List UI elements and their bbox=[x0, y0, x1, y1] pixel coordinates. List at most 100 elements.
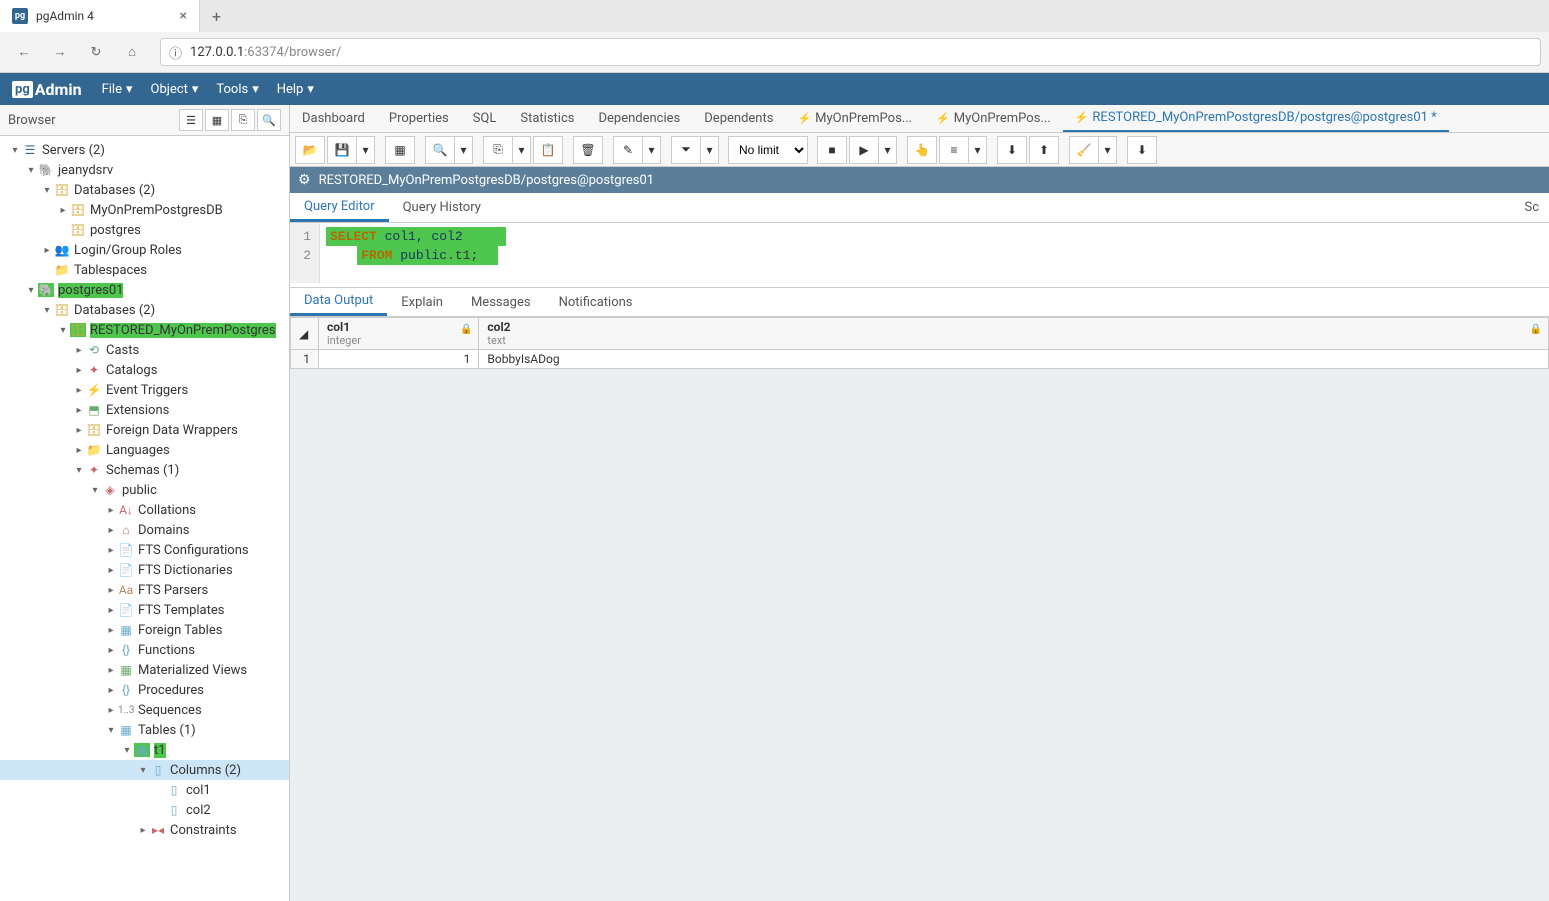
stop-button[interactable]: ■ bbox=[817, 136, 847, 164]
clear-button[interactable]: 🧹 bbox=[1069, 136, 1099, 164]
tree-constraints[interactable]: ▸▸◂Constraints bbox=[0, 820, 289, 840]
tree-functions[interactable]: ▸{}Functions bbox=[0, 640, 289, 660]
tree-mviews[interactable]: ▸▦Materialized Views bbox=[0, 660, 289, 680]
back-button[interactable]: ← bbox=[8, 36, 40, 68]
filter-button[interactable]: ⏷ bbox=[671, 136, 701, 164]
tree-tables[interactable]: ▾▦Tables (1) bbox=[0, 720, 289, 740]
tree-foreign-tables[interactable]: ▸▦Foreign Tables bbox=[0, 620, 289, 640]
tab-statistics[interactable]: Statistics bbox=[508, 105, 586, 133]
tab-sql[interactable]: SQL bbox=[461, 105, 509, 133]
tree-servers[interactable]: ▾☰Servers (2) bbox=[0, 140, 289, 160]
tree-db-postgres[interactable]: 🗄postgres bbox=[0, 220, 289, 240]
tab-dependencies[interactable]: Dependencies bbox=[586, 105, 692, 133]
save-file-button[interactable]: 💾 bbox=[327, 136, 357, 164]
tree-db-restored[interactable]: ▾🗄RESTORED_MyOnPremPostgres bbox=[0, 320, 289, 340]
table-row[interactable]: 1 1 BobbyIsADog bbox=[291, 350, 1549, 369]
tree-schema-public[interactable]: ▾◈public bbox=[0, 480, 289, 500]
filter-dropdown[interactable]: ▾ bbox=[701, 136, 719, 164]
tab-query-editor[interactable]: Query Editor bbox=[290, 193, 389, 222]
find-button[interactable]: 🔍 bbox=[425, 136, 455, 164]
find-dropdown[interactable]: ▾ bbox=[455, 136, 473, 164]
tree-fts-templates[interactable]: ▸📄FTS Templates bbox=[0, 600, 289, 620]
close-icon[interactable]: × bbox=[180, 8, 187, 24]
edit-dropdown[interactable]: ▾ bbox=[643, 136, 661, 164]
copy-dropdown[interactable]: ▾ bbox=[513, 136, 531, 164]
tree-collations[interactable]: ▸A↓Collations bbox=[0, 500, 289, 520]
tab-dependents[interactable]: Dependents bbox=[692, 105, 785, 133]
tree-fts-parsers[interactable]: ▸AaFTS Parsers bbox=[0, 580, 289, 600]
explain-analyze-button[interactable]: ≡ bbox=[939, 136, 969, 164]
tree-databases-2[interactable]: ▾🗄Databases (2) bbox=[0, 300, 289, 320]
tab-explain[interactable]: Explain bbox=[387, 288, 457, 316]
open-file-button[interactable]: 📂 bbox=[295, 136, 325, 164]
edit-button[interactable]: ✎ bbox=[613, 136, 643, 164]
menu-help[interactable]: Help ▾ bbox=[277, 82, 314, 97]
home-button[interactable]: ⌂ bbox=[116, 36, 148, 68]
browser-tab[interactable]: pg pgAdmin 4 × bbox=[0, 0, 200, 32]
sidebar-tool-2[interactable]: ▦ bbox=[205, 109, 229, 131]
menu-object[interactable]: Object ▾ bbox=[151, 82, 199, 97]
tab-query-2[interactable]: ⚡MyOnPremPos... bbox=[924, 105, 1063, 133]
save-data-button[interactable]: ▦ bbox=[385, 136, 415, 164]
delete-button[interactable]: 🗑 bbox=[573, 136, 603, 164]
tree-casts[interactable]: ▸⟲Casts bbox=[0, 340, 289, 360]
execute-dropdown[interactable]: ▾ bbox=[879, 136, 897, 164]
tab-properties[interactable]: Properties bbox=[377, 105, 461, 133]
row-number[interactable]: 1 bbox=[291, 350, 319, 369]
sidebar-tool-search[interactable]: 🔍 bbox=[257, 109, 281, 131]
limit-select[interactable]: No limit bbox=[728, 136, 808, 164]
tab-messages[interactable]: Messages bbox=[457, 288, 545, 316]
code-lines[interactable]: SELECT col1, col2 FROM public.t1; bbox=[320, 223, 512, 283]
tab-query-3[interactable]: ⚡RESTORED_MyOnPremPostgresDB/postgres@po… bbox=[1063, 105, 1449, 133]
tree-procedures[interactable]: ▸{}Procedures bbox=[0, 680, 289, 700]
tab-data-output[interactable]: Data Output bbox=[290, 288, 387, 316]
result-grid[interactable]: ◢ col1 integer 🔒 col2 text 🔒 1 bbox=[290, 317, 1549, 369]
refresh-button[interactable]: ↻ bbox=[80, 36, 112, 68]
tree-databases-1[interactable]: ▾🗄Databases (2) bbox=[0, 180, 289, 200]
connection-icon[interactable]: ⚙ bbox=[298, 172, 311, 188]
download-button[interactable]: ⬇ bbox=[1127, 136, 1157, 164]
tree-col1[interactable]: ▯col1 bbox=[0, 780, 289, 800]
commit-button[interactable]: ⬇ bbox=[997, 136, 1027, 164]
tree-event-triggers[interactable]: ▸⚡Event Triggers bbox=[0, 380, 289, 400]
object-tree[interactable]: ▾☰Servers (2) ▾🐘jeanydsrv ▾🗄Databases (2… bbox=[0, 136, 289, 901]
tab-query-1[interactable]: ⚡MyOnPremPos... bbox=[785, 105, 924, 133]
copy-button[interactable]: ⎘ bbox=[483, 136, 513, 164]
rollback-button[interactable]: ⬆ bbox=[1029, 136, 1059, 164]
execute-button[interactable]: ▶ bbox=[849, 136, 879, 164]
menu-file[interactable]: File ▾ bbox=[102, 82, 133, 97]
explain-button[interactable]: 👆 bbox=[907, 136, 937, 164]
tree-sequences[interactable]: ▸1..3Sequences bbox=[0, 700, 289, 720]
explain-dropdown[interactable]: ▾ bbox=[969, 136, 987, 164]
grid-header-col1[interactable]: col1 integer 🔒 bbox=[319, 318, 479, 350]
tree-tablespaces[interactable]: 📁Tablespaces bbox=[0, 260, 289, 280]
clear-dropdown[interactable]: ▾ bbox=[1099, 136, 1117, 164]
sidebar-tool-1[interactable]: ☰ bbox=[179, 109, 203, 131]
tree-table-t1[interactable]: ▾▦t1 bbox=[0, 740, 289, 760]
new-tab-button[interactable]: + bbox=[200, 7, 233, 26]
sidebar-tool-3[interactable]: ⎘ bbox=[231, 109, 255, 131]
url-bar[interactable]: ⓘ 127.0.0.1:63374/browser/ bbox=[160, 38, 1541, 66]
menu-tools[interactable]: Tools ▾ bbox=[216, 82, 258, 97]
tree-login-roles[interactable]: ▸👥Login/Group Roles bbox=[0, 240, 289, 260]
site-info-icon[interactable]: ⓘ bbox=[169, 43, 182, 62]
paste-button[interactable]: 📋 bbox=[533, 136, 563, 164]
tree-server-2[interactable]: ▾🐘postgres01 bbox=[0, 280, 289, 300]
tab-notifications[interactable]: Notifications bbox=[545, 288, 647, 316]
tree-extensions[interactable]: ▸⬒Extensions bbox=[0, 400, 289, 420]
tree-columns[interactable]: ▾▯Columns (2) bbox=[0, 760, 289, 780]
tab-dashboard[interactable]: Dashboard bbox=[290, 105, 377, 133]
tree-server-1[interactable]: ▾🐘jeanydsrv bbox=[0, 160, 289, 180]
cell-col1[interactable]: 1 bbox=[319, 350, 479, 369]
tree-fdw[interactable]: ▸🗄Foreign Data Wrappers bbox=[0, 420, 289, 440]
forward-button[interactable]: → bbox=[44, 36, 76, 68]
grid-header-col2[interactable]: col2 text 🔒 bbox=[479, 318, 1549, 350]
tree-fts-dict[interactable]: ▸📄FTS Dictionaries bbox=[0, 560, 289, 580]
tree-fts-conf[interactable]: ▸📄FTS Configurations bbox=[0, 540, 289, 560]
cell-col2[interactable]: BobbyIsADog bbox=[479, 350, 1549, 369]
tree-db-myonprem[interactable]: ▸🗄MyOnPremPostgresDB bbox=[0, 200, 289, 220]
sql-editor[interactable]: 1 2 SELECT col1, col2 FROM public.t1; bbox=[290, 223, 1549, 283]
tree-languages[interactable]: ▸📁Languages bbox=[0, 440, 289, 460]
tree-col2[interactable]: ▯col2 bbox=[0, 800, 289, 820]
tree-catalogs[interactable]: ▸✦Catalogs bbox=[0, 360, 289, 380]
